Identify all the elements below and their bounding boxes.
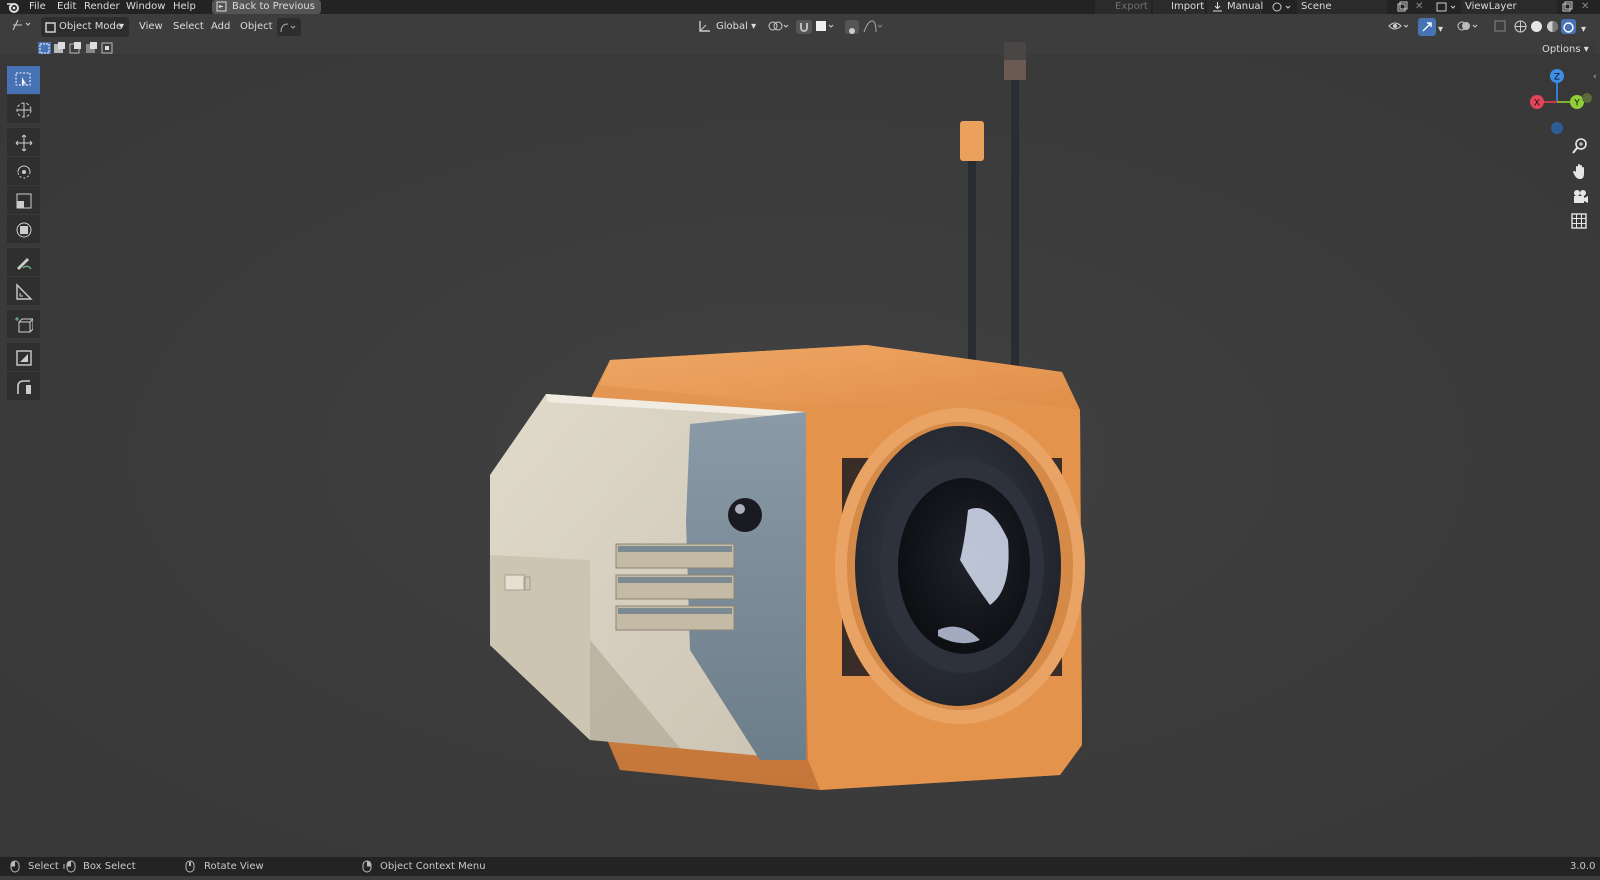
status-bar: Select Box Select Rotate View Object Con…	[0, 857, 1600, 876]
move-icon	[15, 134, 33, 152]
annotate-icon	[17, 258, 32, 270]
status-rotate-view: Rotate View	[204, 861, 264, 872]
mouse-middle-icon	[185, 860, 195, 880]
pan-button[interactable]	[1571, 163, 1591, 183]
zoom-button[interactable]	[1571, 137, 1591, 157]
gizmo-x-label: X	[1534, 99, 1540, 109]
rotate-icon	[17, 165, 31, 179]
hand-icon	[1573, 164, 1584, 179]
gizmo-z-label: Z	[1554, 73, 1560, 83]
status-select: Select	[28, 861, 59, 872]
scale-tool[interactable]	[7, 186, 40, 214]
zoom-icon	[1572, 138, 1587, 154]
cursor-icon	[16, 102, 32, 118]
antenna-tall	[1004, 42, 1026, 395]
lens-assembly	[835, 408, 1085, 724]
sidebar-toggle-icon[interactable]: ‹	[1593, 72, 1597, 82]
select-box-icon	[15, 72, 31, 86]
gizmo-y-label: Y	[1573, 99, 1580, 109]
mouse-right-icon	[362, 860, 372, 880]
bevel-icon	[17, 380, 31, 394]
camera-icon	[1574, 190, 1588, 203]
ortho-toggle-button[interactable]	[1571, 213, 1591, 233]
version-label: 3.0.0	[1570, 861, 1596, 872]
measure-tool[interactable]	[7, 277, 40, 305]
measure-icon	[16, 283, 33, 300]
rotate-tool[interactable]	[7, 157, 40, 185]
status-context-menu: Object Context Menu	[380, 861, 486, 872]
mouse-drag-icon	[63, 860, 77, 880]
inset-icon	[16, 350, 32, 366]
bevel-tool[interactable]	[7, 372, 40, 400]
camera-model[interactable]	[0, 0, 1600, 876]
inset-tool[interactable]	[7, 343, 40, 371]
select-box-tool[interactable]	[7, 66, 40, 94]
transform-icon	[16, 222, 32, 238]
add-cube-tool[interactable]	[7, 310, 40, 338]
move-tool[interactable]	[7, 128, 40, 156]
add-cube-icon	[15, 317, 33, 333]
scale-icon	[16, 193, 32, 209]
mouse-left-icon	[10, 860, 20, 880]
cursor-tool[interactable]	[7, 95, 40, 123]
transform-tool[interactable]	[7, 215, 40, 243]
status-box-select: Box Select	[83, 861, 136, 872]
grid-icon	[1571, 213, 1587, 229]
side-panel	[490, 394, 806, 760]
antenna-short	[960, 121, 984, 390]
navigation-gizmo[interactable]: Z Y X	[1520, 64, 1600, 140]
camera-view-button[interactable]	[1571, 188, 1591, 208]
annotate-tool[interactable]	[7, 248, 40, 276]
